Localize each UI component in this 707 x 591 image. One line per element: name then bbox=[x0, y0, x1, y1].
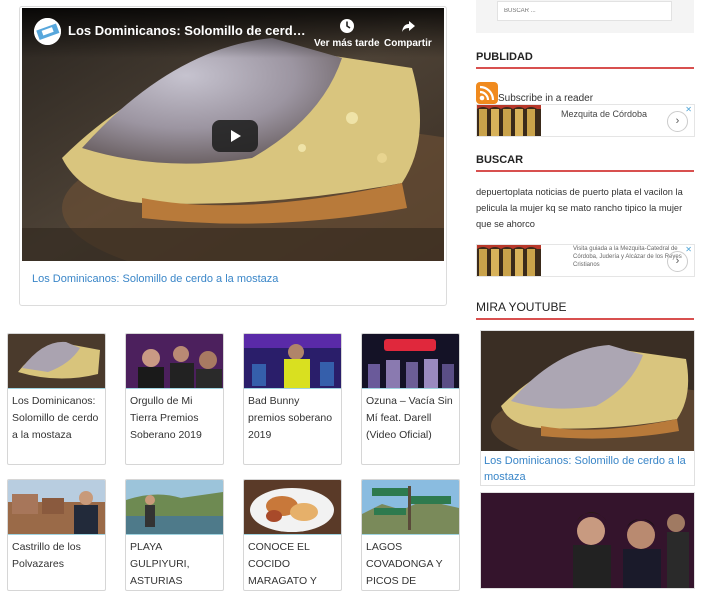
video-card[interactable]: Orgullo de Mi Tierra Premios Soberano 20… bbox=[125, 333, 224, 465]
video-card-title: Ozuna – Vacía Sin Mí feat. Darell (Video… bbox=[366, 395, 453, 441]
tag-cloud[interactable]: depuertoplata noticias de puerto plata e… bbox=[476, 184, 688, 232]
search-input[interactable] bbox=[497, 1, 672, 21]
ad-image bbox=[477, 105, 541, 136]
video-thumbnail bbox=[481, 331, 694, 451]
video-card[interactable]: Bad Bunny premios soberano 2019 bbox=[243, 333, 342, 465]
video-card-title: Orgullo de Mi Tierra Premios Soberano 20… bbox=[130, 395, 202, 441]
video-card-title: Castrillo de los Polvazares bbox=[12, 541, 81, 570]
video-card[interactable]: Ozuna – Vacía Sin Mí feat. Darell (Video… bbox=[361, 333, 460, 465]
video-thumbnail bbox=[362, 334, 459, 389]
video-card[interactable]: Castrillo de los Polvazares bbox=[7, 479, 106, 591]
buscar-title: BUSCAR bbox=[476, 154, 694, 172]
video-thumbnail bbox=[8, 480, 105, 535]
ad-text: Mezquita de Córdoba bbox=[560, 109, 648, 119]
rss-subscribe[interactable]: Subscribe in a reader bbox=[476, 82, 593, 104]
video-thumbnail bbox=[362, 480, 459, 535]
video-thumbnail bbox=[126, 480, 223, 535]
share-label: Compartir bbox=[384, 38, 432, 49]
rss-label[interactable]: Subscribe in a reader bbox=[498, 93, 593, 104]
video-thumbnail bbox=[8, 334, 105, 389]
video-card[interactable]: LAGOS COVADONGA Y PICOS DE bbox=[361, 479, 460, 591]
featured-video-link[interactable]: Los Dominicanos: Solomillo de cerdo a la… bbox=[32, 273, 278, 285]
video-card-title: Los Dominicanos: Solomillo de cerdo a la… bbox=[12, 395, 99, 441]
play-icon bbox=[231, 130, 241, 142]
video-card[interactable]: CONOCE EL COCIDO MARAGATO Y bbox=[243, 479, 342, 591]
mira-youtube-title: MIRA YOUTUBE bbox=[476, 300, 694, 320]
youtube-video-title[interactable]: Los Dominicanos: Solomillo de cerdo a la… bbox=[481, 451, 694, 485]
close-icon[interactable]: ✕ bbox=[685, 105, 692, 114]
video-card-title: Bad Bunny premios soberano 2019 bbox=[248, 395, 333, 441]
watch-later-button[interactable]: Ver más tarde bbox=[314, 18, 380, 49]
publicidad-title: PUBLIDAD bbox=[476, 51, 694, 69]
video-player[interactable]: Los Dominicanos: Solomillo de cerdo a la… bbox=[22, 8, 444, 261]
video-thumbnail bbox=[126, 334, 223, 389]
ad-image bbox=[477, 245, 541, 276]
video-thumbnail bbox=[481, 493, 694, 588]
watch-later-label: Ver más tarde bbox=[314, 38, 380, 49]
ad-banner[interactable]: Visita guiada a la Mezquita-Catedral de … bbox=[476, 244, 695, 277]
youtube-video-card[interactable] bbox=[480, 492, 695, 589]
chevron-right-icon[interactable]: › bbox=[667, 111, 688, 132]
rss-icon bbox=[476, 82, 498, 104]
share-icon bbox=[401, 21, 415, 32]
clock-icon bbox=[339, 19, 354, 33]
video-thumbnail bbox=[244, 334, 341, 389]
ad-banner[interactable]: Mezquita de Córdoba › ✕ bbox=[476, 104, 695, 137]
featured-video-card: Los Dominicanos: Solomillo de cerdo a la… bbox=[19, 6, 447, 306]
channel-logo[interactable] bbox=[34, 18, 61, 45]
video-card[interactable]: Los Dominicanos: Solomillo de cerdo a la… bbox=[7, 333, 106, 465]
video-thumbnail bbox=[244, 480, 341, 535]
close-icon[interactable]: ✕ bbox=[685, 245, 692, 254]
share-button[interactable]: Compartir bbox=[384, 18, 432, 49]
video-title[interactable]: Los Dominicanos: Solomillo de cerdo a la… bbox=[68, 23, 308, 38]
youtube-video-card[interactable]: Los Dominicanos: Solomillo de cerdo a la… bbox=[480, 330, 695, 486]
video-card[interactable]: PLAYA GULPIYURI, ASTURIAS bbox=[125, 479, 224, 591]
chevron-right-icon[interactable]: › bbox=[667, 251, 688, 272]
ad-text: Visita guiada a la Mezquita-Catedral de … bbox=[573, 246, 682, 268]
play-button[interactable] bbox=[212, 120, 258, 152]
